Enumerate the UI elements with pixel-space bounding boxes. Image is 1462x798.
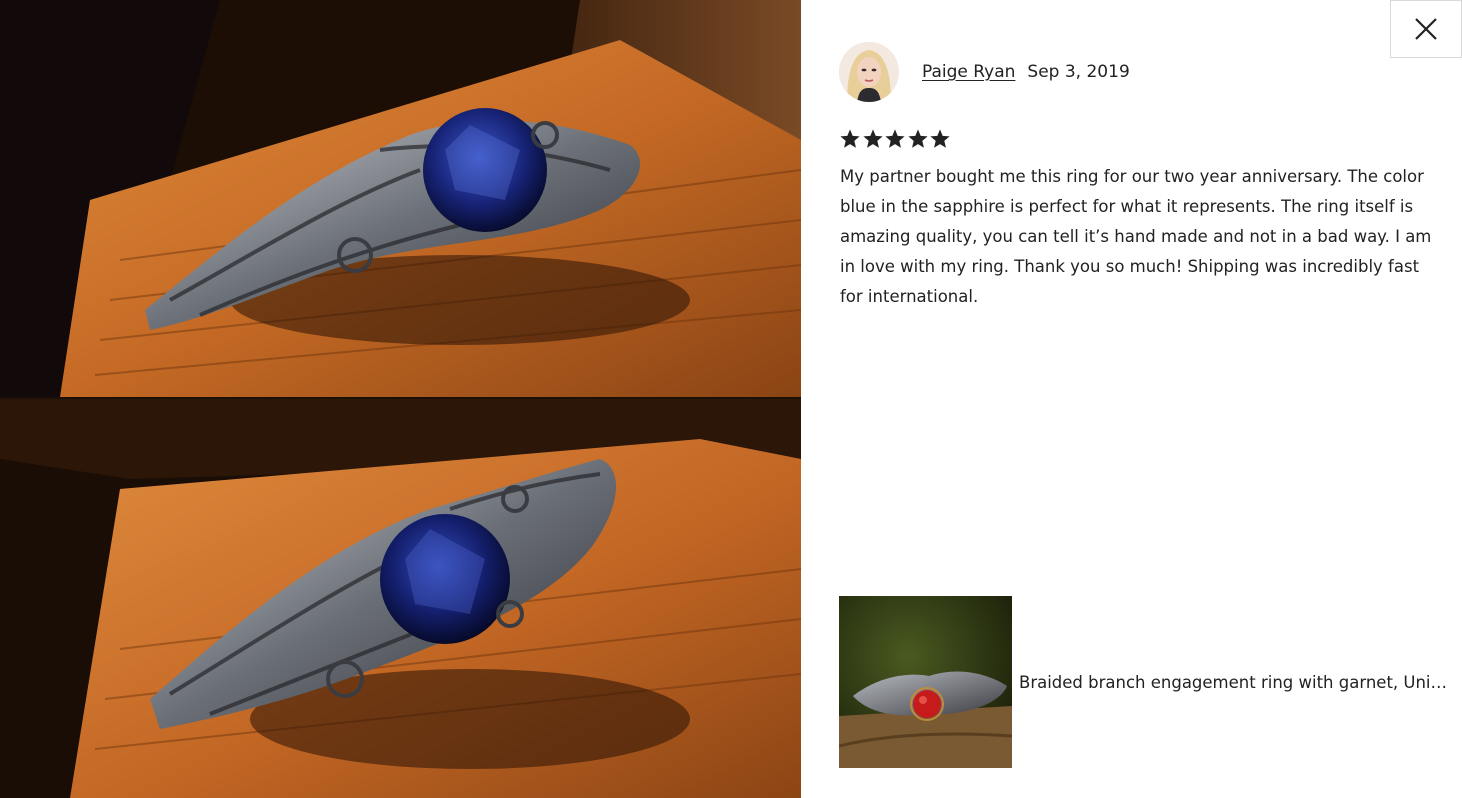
product-title[interactable]: Braided branch engagement ring with garn… <box>1019 673 1451 692</box>
review-photo-2[interactable] <box>0 399 801 798</box>
reviewer-name-link[interactable]: Paige Ryan <box>922 62 1015 82</box>
review-date: Sep 3, 2019 <box>1027 62 1130 82</box>
close-button[interactable] <box>1390 0 1462 58</box>
star-icon <box>930 129 950 148</box>
reviewer-header: Paige Ryan Sep 3, 2019 <box>839 42 1130 102</box>
avatar[interactable] <box>839 42 899 102</box>
star-icon <box>885 129 905 148</box>
star-icon <box>840 129 860 148</box>
product-link[interactable]: Braided branch engagement ring with garn… <box>839 596 1451 768</box>
close-icon <box>1415 18 1437 40</box>
product-thumbnail[interactable] <box>839 596 1012 768</box>
review-photo-1[interactable] <box>0 0 801 397</box>
review-photos <box>0 0 801 798</box>
star-icon <box>907 129 928 148</box>
review-text: My partner bought me this ring for our t… <box>840 167 1432 306</box>
star-rating <box>839 128 952 150</box>
star-icon <box>862 129 883 148</box>
